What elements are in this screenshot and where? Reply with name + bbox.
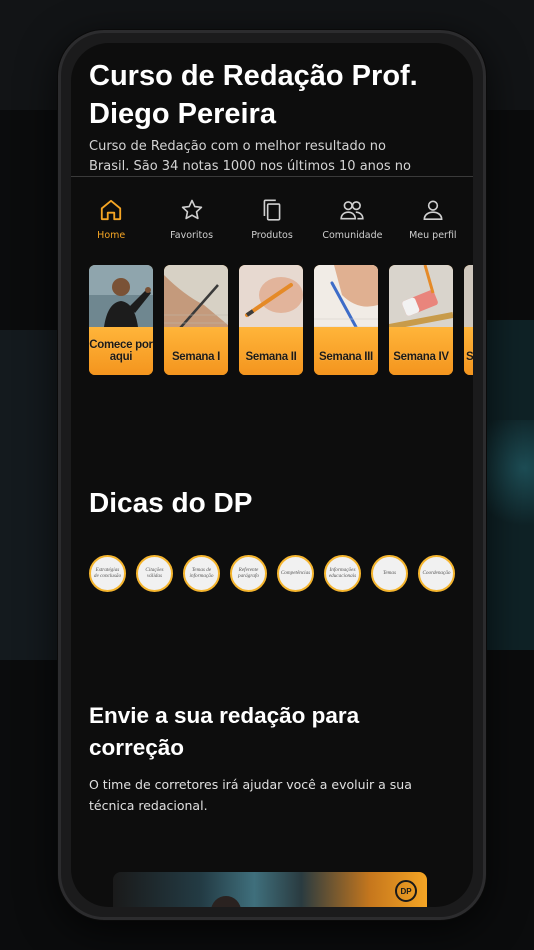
course-description: Curso de Redação com o melhor resultado … [89,139,411,174]
dica-item[interactable]: Referente parágrafo [230,555,267,592]
dica-item[interactable]: Informações educacionais [324,555,361,592]
module-card-label: Semana IV [393,351,449,363]
tab-produtos-label: Produtos [251,230,293,241]
tab-home[interactable]: Home [71,177,151,254]
tab-comunidade[interactable]: Comunidade [312,177,392,254]
tab-comunidade-label: Comunidade [322,230,383,241]
dica-item[interactable]: Temas de informação [183,555,220,592]
module-card-comece[interactable]: Comece por aqui [89,265,153,375]
phone-frame: Curso de Redação Prof. Diego Pereira Cur… [58,30,486,920]
module-card-label: Semana II [245,351,297,363]
dica-label: Citações válidas [145,566,164,579]
dica-label: Temas de informação [189,566,214,579]
envie-title: Envie a sua redação para correção [89,703,360,760]
users-icon [340,201,365,220]
tab-favoritos-label: Favoritos [170,230,214,241]
background-glow [484,420,534,540]
module-card-label: Comece por aqui [89,339,153,363]
module-card-semana-4[interactable]: Semana IV [389,265,453,375]
dica-item[interactable]: Citações válidas [136,555,173,592]
envie-description: O time de corretores irá ajudar você a e… [89,777,412,813]
module-card-semana-2[interactable]: Semana II [239,265,303,375]
app-screen: Curso de Redação Prof. Diego Pereira Cur… [71,43,473,907]
course-title: Curso de Redação Prof. Diego Pereira [89,60,418,130]
dica-item[interactable]: Competências [277,555,314,592]
tab-meu-perfil-label: Meu perfil [409,230,457,241]
dicas-title: Dicas do DP [89,487,253,518]
module-card-semana-1[interactable]: Semana I [164,265,228,375]
envie-banner[interactable]: DP [113,872,427,907]
dica-item[interactable]: Estratégias de conclusão [89,555,126,592]
dica-label: Referente parágrafo [237,566,260,579]
banner-person-image [211,896,241,907]
tab-produtos[interactable]: Produtos [232,177,312,254]
modules-carousel: Comece por aqui Semana I Semana II Seman… [89,265,473,377]
user-icon [423,200,443,221]
dica-label: Informações educacionais [328,566,357,579]
dp-logo: DP [395,880,417,902]
module-card-label: Semana III [319,351,373,363]
module-card-semana-3[interactable]: Semana III [314,265,378,375]
tab-bar: Home Favoritos Produtos Comunidade Meu p… [71,176,473,254]
copy-icon [263,199,281,221]
tab-meu-perfil[interactable]: Meu perfil [393,177,473,254]
dicas-list: Estratégias de conclusão Citações válida… [89,555,455,592]
tab-favoritos[interactable]: Favoritos [151,177,231,254]
module-card-label: Se [466,351,473,363]
module-card-label: Semana I [171,351,221,363]
dica-item[interactable]: Temas [371,555,408,592]
star-icon [181,199,202,220]
module-card-partial[interactable]: Se [464,265,473,375]
dica-item[interactable]: Coordenação [418,555,455,592]
dica-label: Temas [382,569,397,576]
dica-label: Coordenação [422,569,451,576]
dica-label: Estratégias de conclusão [93,566,122,579]
tab-home-label: Home [97,230,126,241]
home-icon [101,199,122,221]
dica-label: Competências [280,569,311,576]
